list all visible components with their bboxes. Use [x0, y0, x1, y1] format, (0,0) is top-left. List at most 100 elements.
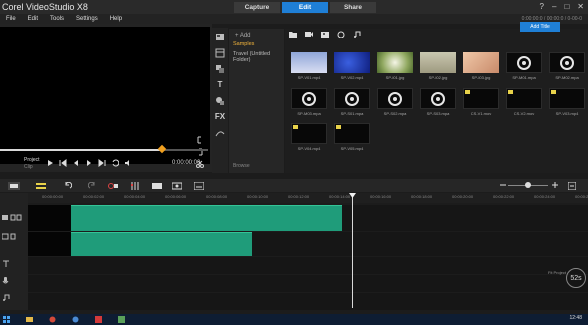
folder-travel[interactable]: Travel (Untitled Folder): [229, 49, 284, 65]
media-thumbnail[interactable]: [420, 52, 456, 73]
media-thumbnail[interactable]: [334, 88, 370, 109]
browser-icon[interactable]: [49, 316, 56, 323]
storyboard-view-icon[interactable]: [8, 182, 20, 190]
audio-disc-icon: [345, 91, 359, 106]
media-thumbnail-label: SP-V04.mp4: [297, 146, 321, 151]
audio-disc-icon: [517, 55, 531, 70]
menu-help[interactable]: Help: [104, 16, 128, 22]
maximize-button[interactable]: □: [564, 2, 569, 11]
record-capture-icon[interactable]: [108, 182, 118, 190]
fit-project-icon[interactable]: [568, 182, 576, 190]
media-thumbnail[interactable]: [291, 52, 327, 73]
media-thumbnail[interactable]: [291, 88, 327, 109]
video-filter-icon[interactable]: [305, 31, 313, 38]
help-button[interactable]: ?: [540, 2, 544, 11]
menu-tools[interactable]: Tools: [44, 16, 70, 22]
media-thumbnail[interactable]: [334, 123, 370, 144]
video-track[interactable]: [28, 205, 588, 231]
browse-button[interactable]: Browse: [233, 163, 250, 169]
music-track-icon[interactable]: [2, 294, 22, 302]
timeline-ruler[interactable]: 00:00:00:00 00:00:02:00 00:00:04:00 00:00:0…: [28, 193, 588, 203]
next-frame-icon[interactable]: [85, 159, 93, 167]
tab-edit[interactable]: Edit: [282, 2, 328, 13]
end-icon[interactable]: [98, 159, 106, 167]
overlay-track-icon[interactable]: [2, 233, 22, 241]
close-button[interactable]: ✕: [577, 2, 584, 11]
photo-filter-icon[interactable]: [321, 31, 329, 38]
repeat-icon[interactable]: [111, 159, 119, 167]
video-clip-black[interactable]: [28, 205, 71, 231]
media-icon[interactable]: [215, 32, 225, 42]
preview-window[interactable]: [0, 27, 210, 164]
project-mode-label[interactable]: Project: [24, 157, 40, 163]
volume-icon[interactable]: [124, 159, 132, 167]
minimize-button[interactable]: –: [552, 2, 556, 11]
tab-share[interactable]: Share: [330, 2, 376, 13]
media-thumbnail[interactable]: [377, 52, 413, 73]
title-track[interactable]: [28, 257, 588, 274]
explorer-icon[interactable]: [26, 316, 33, 323]
zoom-slider-handle[interactable]: [525, 182, 531, 188]
media-app-icon[interactable]: [72, 316, 79, 323]
path-icon[interactable]: [215, 128, 225, 138]
media-thumbnail[interactable]: [334, 52, 370, 73]
sound-mixer-icon[interactable]: [130, 182, 140, 190]
voice-track-icon[interactable]: [2, 277, 22, 285]
clip-mode-label[interactable]: Clip: [24, 164, 33, 170]
media-thumbnail[interactable]: [506, 88, 542, 109]
start-icon[interactable]: [3, 316, 10, 323]
timeline-view-icon[interactable]: [36, 182, 46, 190]
mark-in-icon[interactable]: [196, 136, 204, 144]
zoom-out-icon[interactable]: [500, 182, 506, 188]
ruler-tick-label: 00:00:18:00: [411, 194, 433, 199]
add-title-button[interactable]: Add Title: [520, 22, 560, 32]
fx-icon[interactable]: FX: [215, 112, 225, 122]
media-thumbnail[interactable]: [377, 88, 413, 109]
title-icon[interactable]: T: [218, 80, 223, 90]
instant-project-icon[interactable]: [215, 48, 225, 58]
graphic-icon[interactable]: [215, 96, 225, 106]
videostudio-icon[interactable]: [95, 316, 102, 323]
media-thumbnail[interactable]: [549, 52, 585, 73]
media-thumbnail[interactable]: [291, 123, 327, 144]
prev-frame-icon[interactable]: [72, 159, 80, 167]
zoom-in-icon[interactable]: [552, 182, 558, 188]
folder-samples[interactable]: Samples: [229, 39, 284, 49]
voice-track[interactable]: [28, 275, 588, 292]
title-track-icon[interactable]: [2, 260, 22, 268]
menu-settings[interactable]: Settings: [70, 16, 104, 22]
play-icon[interactable]: [46, 159, 54, 167]
audio-disc-icon: [388, 91, 402, 106]
timecode-display[interactable]: 0:00:00:00: [172, 160, 200, 166]
project-duration-badge[interactable]: 52s: [566, 268, 586, 288]
music-note-icon[interactable]: [353, 31, 361, 38]
tab-capture[interactable]: Capture: [234, 2, 280, 13]
undo-icon[interactable]: [64, 182, 72, 190]
overlay-track[interactable]: [28, 232, 588, 256]
home-icon[interactable]: [59, 159, 67, 167]
scrubber[interactable]: [0, 144, 212, 154]
media-thumbnail-label: SP-I03.jpg: [471, 75, 491, 80]
media-thumbnail[interactable]: [463, 88, 499, 109]
menu-file[interactable]: File: [0, 16, 22, 22]
folder-icon[interactable]: [289, 31, 297, 38]
auto-music-icon[interactable]: [152, 182, 162, 190]
media-thumbnail[interactable]: [420, 88, 456, 109]
add-folder-button[interactable]: + Add: [229, 29, 284, 39]
motion-tracking-icon[interactable]: [172, 182, 182, 190]
audio-filter-icon[interactable]: [337, 31, 345, 38]
media-thumbnail[interactable]: [506, 52, 542, 73]
app-icon[interactable]: [118, 316, 125, 323]
video-track-icon[interactable]: [2, 214, 22, 222]
media-thumbnail[interactable]: [463, 52, 499, 73]
transition-icon[interactable]: [215, 64, 225, 74]
overlay-clip-black[interactable]: [28, 232, 71, 256]
menu-edit[interactable]: Edit: [22, 16, 44, 22]
redo-icon[interactable]: [88, 182, 96, 190]
playhead-line[interactable]: [352, 193, 353, 308]
subtitle-editor-icon[interactable]: [194, 182, 204, 190]
music-track[interactable]: [28, 293, 588, 310]
media-thumbnail[interactable]: [549, 88, 585, 109]
video-clip[interactable]: [71, 205, 342, 231]
overlay-clip[interactable]: [71, 232, 252, 256]
